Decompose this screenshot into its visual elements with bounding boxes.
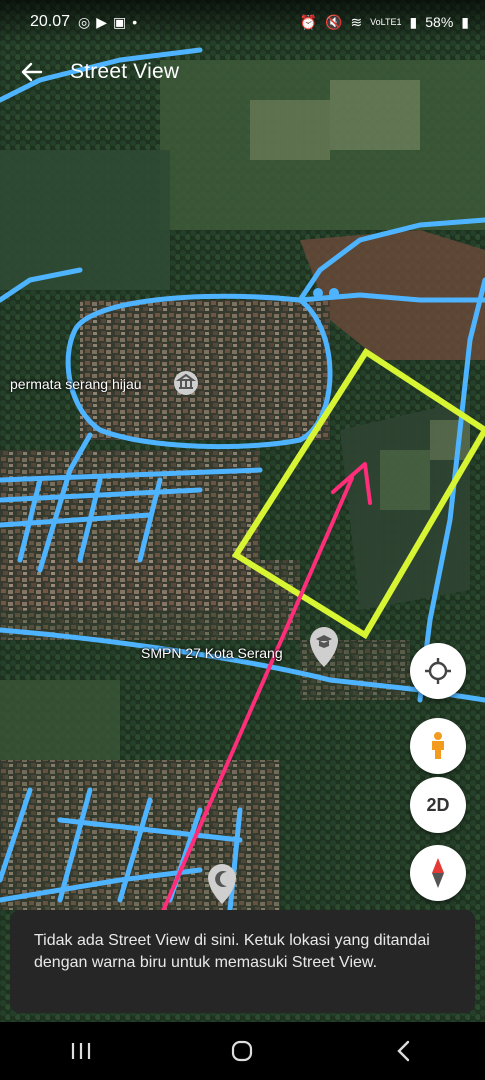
battery-icon: ▮	[461, 13, 469, 30]
place-label-permata[interactable]: permata serang hijau	[10, 376, 142, 392]
page-title: Street View	[70, 60, 180, 83]
snackbar-message: Tidak ada Street View di sini. Ketuk lok…	[34, 932, 430, 971]
network-label: VoLTE1	[370, 16, 402, 27]
place-label-smpn27[interactable]: SMPN 27 Kota Serang	[141, 645, 283, 661]
view-mode-label: 2D	[426, 794, 450, 815]
compass-button[interactable]	[410, 845, 466, 901]
notification-icons: ◎ ▶ ▣ •	[78, 14, 137, 31]
wifi-icon: ≋	[350, 13, 363, 30]
system-nav-bar	[0, 1022, 485, 1080]
recent-apps-icon	[71, 1043, 90, 1059]
view-mode-button[interactable]: 2D	[410, 777, 466, 833]
mute-icon: 🔇	[325, 13, 343, 30]
whatsapp-icon: ◎	[78, 13, 91, 30]
no-street-view-snackbar: Tidak ada Street View di sini. Ketuk lok…	[10, 910, 475, 1013]
pegman-icon	[432, 732, 444, 759]
back-chevron-icon	[397, 1040, 410, 1062]
battery-percent: 58%	[425, 14, 454, 30]
dot-icon: •	[132, 14, 138, 30]
signal-icon: ▮	[409, 13, 418, 30]
my-location-icon	[425, 658, 451, 684]
recent-apps-button[interactable]	[41, 1022, 121, 1080]
home-button[interactable]	[202, 1022, 282, 1080]
alarm-icon: ⏰	[299, 13, 317, 30]
landmark-icon	[174, 371, 198, 395]
app-bar: Street View	[0, 44, 485, 100]
back-button[interactable]	[4, 44, 60, 100]
home-icon	[232, 1040, 253, 1062]
gallery-icon: ▣	[113, 13, 127, 30]
back-arrow-icon	[21, 62, 43, 82]
youtube-icon: ▶	[96, 13, 108, 30]
system-icons: ⏰ 🔇 ≋ VoLTE1 ▮ 58% ▮	[300, 14, 469, 31]
pegman-button[interactable]	[410, 718, 466, 774]
status-time: 20.07	[30, 13, 71, 30]
back-nav-button[interactable]	[364, 1022, 444, 1080]
compass-icon	[432, 858, 444, 888]
my-location-button[interactable]	[410, 643, 466, 699]
status-bar: 20.07 ◎ ▶ ▣ • ⏰ 🔇 ≋ VoLTE1 ▮ 58% ▮	[0, 0, 485, 44]
